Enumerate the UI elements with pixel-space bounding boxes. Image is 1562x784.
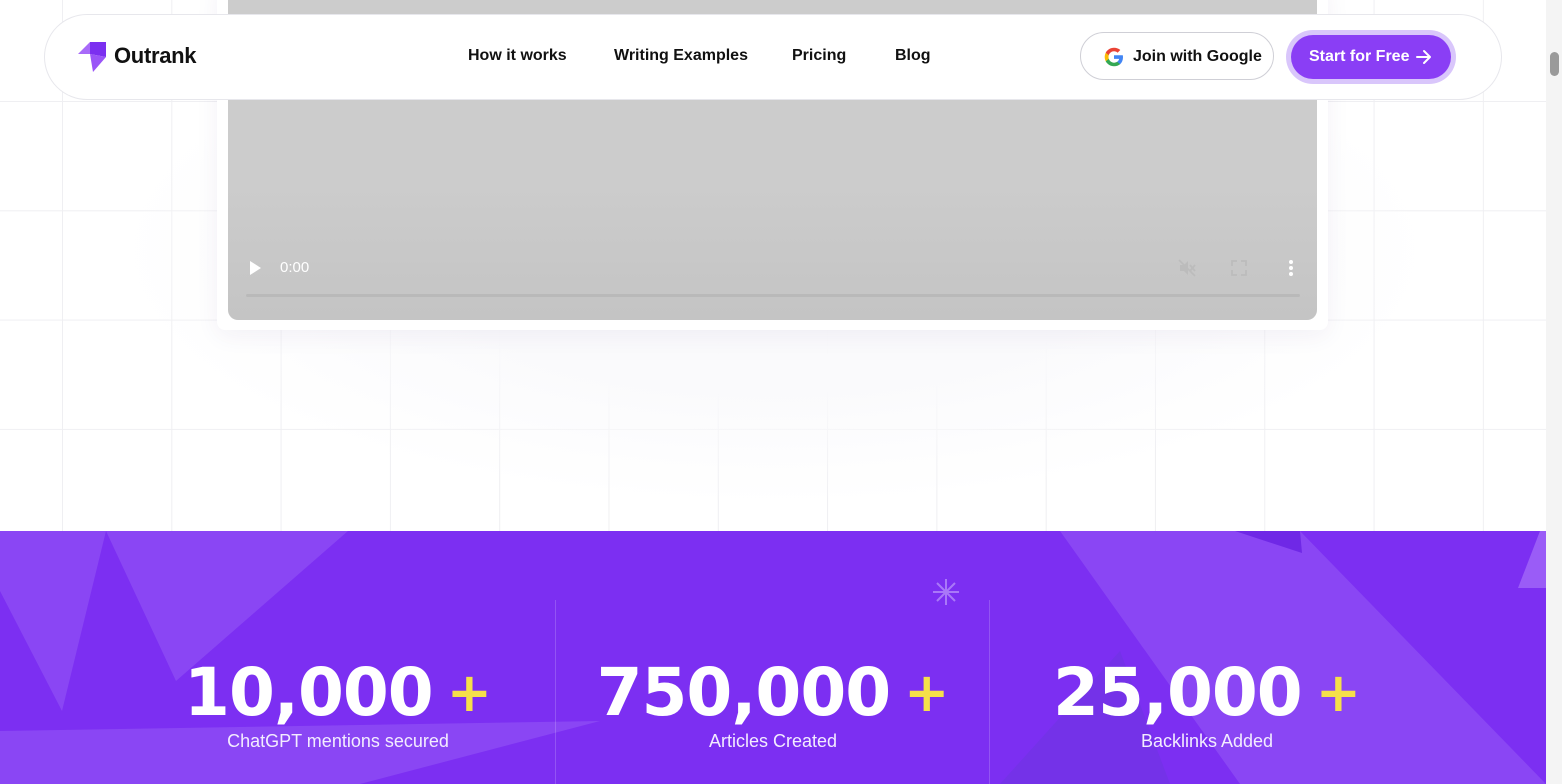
video-time: 0:00	[280, 259, 310, 276]
stat-value: 25,000	[1053, 654, 1303, 731]
brand-name[interactable]: Outrank	[114, 43, 197, 69]
fullscreen-icon[interactable]	[1229, 258, 1249, 278]
page-scrollbar[interactable]	[1546, 0, 1562, 784]
google-icon	[1104, 47, 1123, 67]
start-for-free-button[interactable]: Start for Free	[1291, 35, 1451, 79]
stat-caption: Backlinks Added	[1140, 731, 1274, 751]
stat-caption: Articles Created	[708, 731, 838, 751]
arrow-right-icon	[1416, 50, 1431, 64]
page: 0:00 Outrank How it works Writing Exampl…	[0, 0, 1546, 784]
scrollbar-thumb[interactable]	[1550, 52, 1559, 76]
google-button-label: Join with Google	[1133, 48, 1262, 65]
mute-icon[interactable]	[1177, 258, 1197, 278]
stat-plus: +	[446, 661, 492, 724]
stat-value: 750,000	[596, 654, 892, 731]
navbar	[44, 14, 1502, 100]
stat-plus: +	[904, 661, 950, 724]
stat-caption: ChatGPT mentions secured	[227, 731, 449, 751]
stats-divider	[989, 600, 990, 784]
nav-link-blog[interactable]: Blog	[895, 47, 931, 65]
stat-chatgpt-mentions: 10,000 + ChatGPT mentions secured	[128, 657, 548, 752]
cta-label: Start for Free	[1309, 48, 1410, 65]
stat-articles-created: 750,000 + Articles Created	[563, 657, 983, 752]
video-progress-bar[interactable]	[246, 294, 1300, 297]
stat-plus: +	[1315, 661, 1361, 724]
play-icon[interactable]	[246, 259, 264, 277]
nav-link-pricing[interactable]: Pricing	[792, 47, 846, 65]
logo-icon[interactable]	[76, 40, 108, 74]
stats-divider	[555, 600, 556, 784]
nav-link-how-it-works[interactable]: How it works	[468, 47, 567, 65]
more-options-icon[interactable]	[1281, 258, 1301, 278]
nav-link-writing-examples[interactable]: Writing Examples	[614, 47, 748, 65]
sparkle-icon	[933, 579, 959, 605]
join-with-google-button[interactable]: Join with Google	[1080, 32, 1274, 80]
stats-section: 10,000 + ChatGPT mentions secured 750,000…	[0, 531, 1546, 784]
stat-value: 10,000	[184, 654, 434, 731]
stat-backlinks-added: 25,000 + Backlinks Added	[997, 657, 1417, 752]
